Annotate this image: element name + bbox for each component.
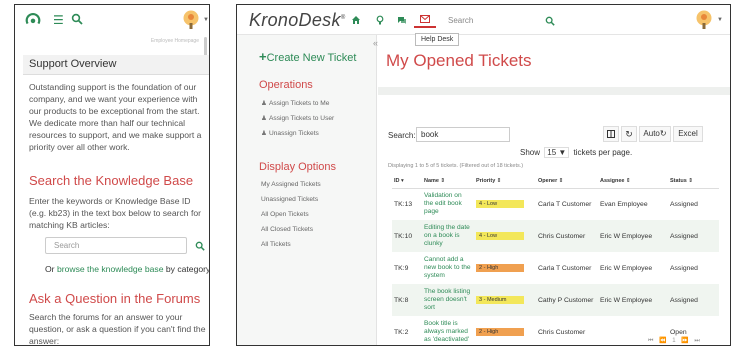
priority-badge: 3 - Medium xyxy=(476,296,524,304)
column-header-priority[interactable]: Priority ⇕ xyxy=(474,175,536,189)
first-page-button[interactable]: ⏮ xyxy=(648,338,653,344)
avatar-icon[interactable] xyxy=(695,10,713,30)
main-content: My Opened Tickets Search: book ↻ Auto↻ E… xyxy=(378,35,730,345)
priority-badge: 4 - Low xyxy=(476,200,524,209)
search-icon[interactable] xyxy=(545,16,555,26)
kb-browse-line: Or browse the knowledge base by category xyxy=(45,264,210,274)
knowledge-base-title: Search the Knowledge Base xyxy=(29,173,194,188)
avatar-icon[interactable] xyxy=(182,10,200,30)
chevron-down-icon[interactable]: ▼ xyxy=(717,17,723,23)
columns-icon xyxy=(607,130,615,138)
page-number[interactable]: 1 xyxy=(672,338,675,344)
envelope-icon xyxy=(420,15,430,23)
desktop-view: KronoDesk® Search ▼ Help Desk +Create Ne… xyxy=(236,4,731,346)
refresh-icon: ↻ xyxy=(659,129,667,138)
browse-knowledge-base-link[interactable]: browse the knowledge base xyxy=(57,264,164,274)
ticket-link[interactable]: Validation on the edit book page xyxy=(422,188,474,220)
column-header-opener[interactable]: Opener ⇕ xyxy=(536,175,598,189)
mobile-view: ☰ ▼ Employee Homepage Support Overview O… xyxy=(14,4,210,346)
assign-to-user[interactable]: ♟ Assign Tickets to User xyxy=(261,114,334,122)
display-options-title: Display Options xyxy=(259,161,337,173)
forums-title: Ask a Question in the Forums xyxy=(29,291,201,306)
refresh-icon: ↻ xyxy=(625,129,633,139)
display-all-tickets[interactable]: All Tickets xyxy=(261,241,291,248)
users-remove-icon: ♟ xyxy=(261,130,267,137)
assign-to-me[interactable]: ♟ Assign Tickets to Me xyxy=(261,99,329,107)
column-header-name[interactable]: Name ⇕ xyxy=(422,175,474,189)
mobile-header: ☰ ▼ xyxy=(15,5,209,35)
tickets-table: ID ▾ Name ⇕ Priority ⇕ Opener ⇕ Assignee… xyxy=(392,175,719,345)
search-icon[interactable] xyxy=(71,13,83,25)
refresh-button[interactable]: ↻ xyxy=(621,126,637,142)
app-logo[interactable]: KronoDesk® xyxy=(249,10,345,31)
page-size-select[interactable]: 15 ▼ xyxy=(544,147,570,158)
logo-icon[interactable] xyxy=(24,11,42,29)
top-nav: KronoDesk® Search ▼ xyxy=(237,5,730,35)
create-ticket-button[interactable]: +Create New Ticket xyxy=(259,49,356,64)
support-overview-text: Outstanding support is the foundation of… xyxy=(29,82,202,152)
menu-icon[interactable]: ☰ xyxy=(53,13,64,27)
page-size-control: Show 15 ▼ tickets per page. xyxy=(520,147,633,158)
table-row[interactable]: TK:8 The book listing screen doesn't sor… xyxy=(392,284,719,316)
support-overview-title: Support Overview xyxy=(23,55,209,75)
column-header-status[interactable]: Status ⇕ xyxy=(668,175,719,189)
ticket-search-input[interactable]: book xyxy=(416,127,510,142)
operations-title: Operations xyxy=(259,79,313,91)
next-page-button[interactable]: ⏩ xyxy=(681,338,688,344)
chevron-down-icon[interactable]: ▼ xyxy=(203,17,209,23)
knowledge-base-text: Enter the keywords or Knowledge Base ID … xyxy=(29,196,201,230)
column-header-id[interactable]: ID ▾ xyxy=(392,175,422,189)
prev-page-button[interactable]: ⏪ xyxy=(659,338,666,344)
table-row[interactable]: TK:10 Editing the date on a book is clun… xyxy=(392,220,719,252)
ticket-link[interactable]: Book title is always marked as 'deactiva… xyxy=(422,316,474,345)
help-desk-tab[interactable] xyxy=(414,8,436,28)
user-icon: ♟ xyxy=(261,100,267,107)
lightbulb-icon[interactable] xyxy=(375,15,385,25)
forums-text: Search the forums for an answer to your … xyxy=(29,312,206,346)
table-row[interactable]: TK:9 Cannot add a new book to the system… xyxy=(392,252,719,284)
last-page-button[interactable]: ⏭ xyxy=(694,338,699,344)
display-my-assigned[interactable]: My Assigned Tickets xyxy=(261,181,321,188)
sidebar: +Create New Ticket « Operations ♟ Assign … xyxy=(237,35,378,345)
display-all-open[interactable]: All Open Tickets xyxy=(261,211,309,218)
ticket-link[interactable]: Cannot add a new book to the system xyxy=(422,252,474,284)
column-header-assignee[interactable]: Assignee ⇕ xyxy=(598,175,668,189)
priority-badge: 2 - High xyxy=(476,264,524,272)
table-row[interactable]: TK:13 Validation on the edit book page 4… xyxy=(392,188,719,220)
page-title: My Opened Tickets xyxy=(386,51,532,70)
search-label: Search: xyxy=(388,131,416,140)
display-unassigned[interactable]: Unassigned Tickets xyxy=(261,196,318,203)
breadcrumb[interactable]: Employee Homepage xyxy=(151,38,199,44)
priority-badge: 2 - High xyxy=(476,328,524,336)
excel-export-button[interactable]: Excel xyxy=(673,126,703,142)
tickets-panel: Search: book ↻ Auto↻ Excel Show 15 ▼ tic… xyxy=(378,95,730,345)
kb-search-icon[interactable] xyxy=(195,241,205,251)
results-info: Displaying 1 to 5 of 5 tickets. (Filtere… xyxy=(388,163,524,169)
columns-button[interactable] xyxy=(603,126,619,142)
home-icon[interactable] xyxy=(351,15,361,25)
ticket-link[interactable]: The book listing screen doesn't sort xyxy=(422,284,474,316)
users-add-icon: ♟ xyxy=(261,115,267,122)
priority-badge: 4 - Low xyxy=(476,232,524,240)
ticket-link[interactable]: Editing the date on a book is clunky xyxy=(422,220,474,252)
kb-search-input[interactable]: Search xyxy=(45,237,187,254)
unassign-tickets[interactable]: ♟ Unassign Tickets xyxy=(261,129,319,137)
global-search-input[interactable]: Search xyxy=(445,14,540,28)
pagination: ⏮ ⏪ 1 ⏩ ⏭ xyxy=(648,337,700,345)
chat-icon[interactable] xyxy=(397,15,407,25)
plus-icon: + xyxy=(259,49,267,64)
display-all-closed[interactable]: All Closed Tickets xyxy=(261,226,313,233)
auto-refresh-button[interactable]: Auto↻ xyxy=(639,126,671,142)
